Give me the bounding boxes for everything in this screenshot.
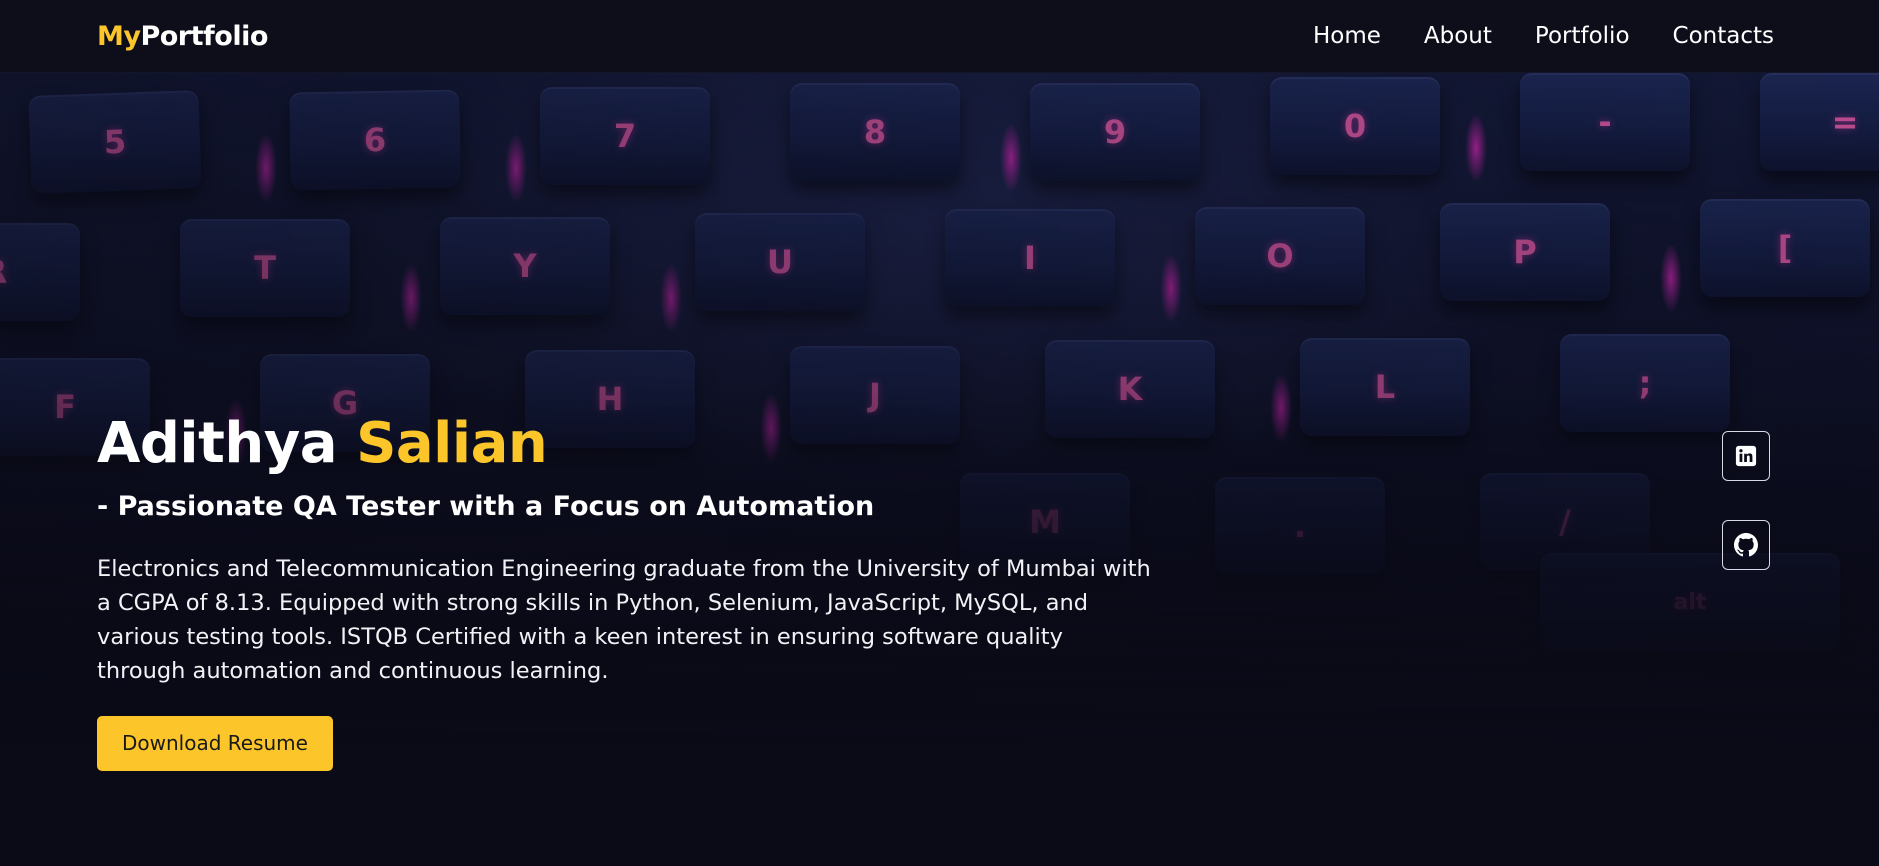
brand-logo-accent: My (97, 20, 141, 52)
nav-link-contacts[interactable]: Contacts (1673, 23, 1774, 49)
linkedin-button[interactable] (1722, 431, 1770, 481)
navbar: MyPortfolio Home About Portfolio Contact… (0, 0, 1879, 73)
nav-link-about[interactable]: About (1424, 23, 1492, 49)
github-button[interactable] (1722, 520, 1770, 570)
hero-section: 5 6 7 8 9 0 - = R T Y U I O P [ F G H J … (0, 73, 1879, 866)
nav-link-home[interactable]: Home (1313, 23, 1381, 49)
nav-link-portfolio[interactable]: Portfolio (1535, 23, 1630, 49)
hero-tagline: - Passionate QA Tester with a Focus on A… (97, 490, 875, 522)
hero-name: Adithya Salian (97, 413, 1197, 475)
hero-first-name: Adithya (97, 411, 338, 476)
hero-last-name: Salian (356, 411, 548, 476)
linkedin-icon (1735, 445, 1757, 467)
hero-content: Adithya Salian - Passionate QA Tester wi… (97, 413, 1197, 771)
nav-menu: Home About Portfolio Contacts (1313, 23, 1774, 49)
hero-description: Electronics and Telecommunication Engine… (97, 555, 1151, 684)
github-icon (1734, 533, 1758, 557)
brand-logo[interactable]: MyPortfolio (97, 21, 268, 52)
download-resume-button[interactable]: Download Resume (97, 715, 333, 771)
brand-logo-rest: Portfolio (140, 20, 268, 52)
